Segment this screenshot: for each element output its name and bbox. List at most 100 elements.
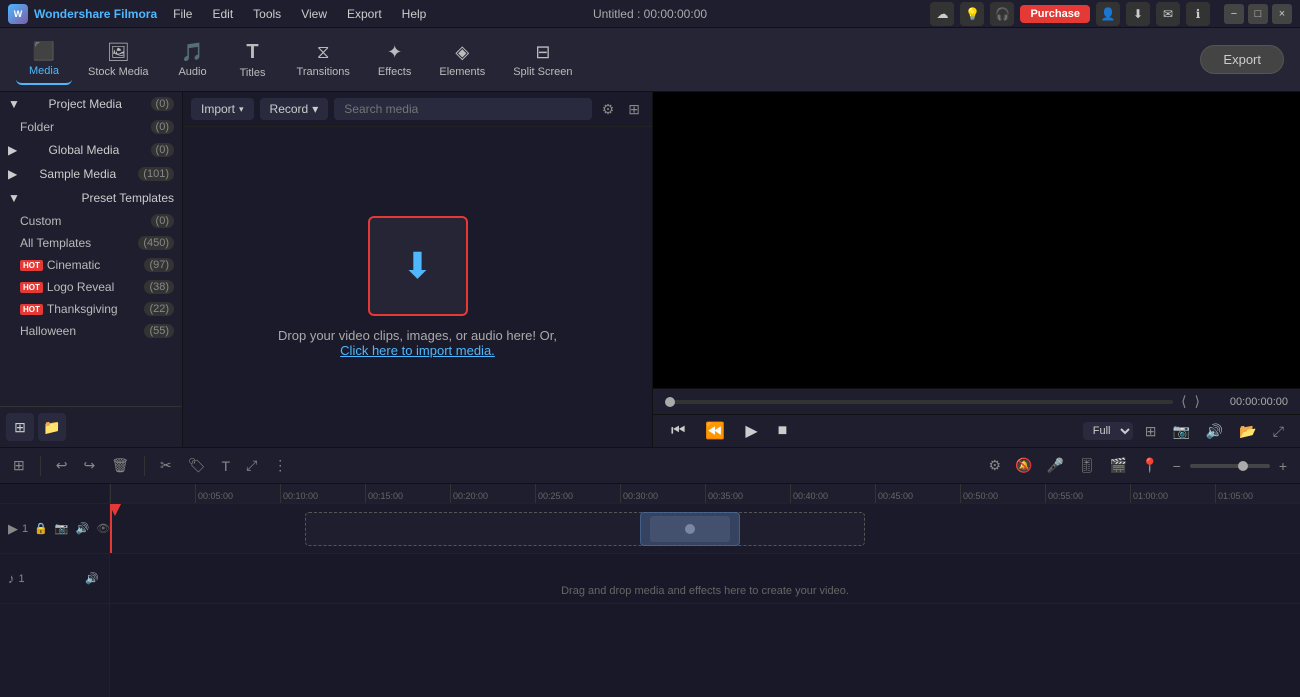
- halloween-item[interactable]: Halloween (55): [0, 320, 182, 342]
- zoom-handle[interactable]: [1238, 461, 1248, 471]
- sample-media-header[interactable]: ▶ Sample Media (101): [0, 162, 182, 186]
- user-btn[interactable]: 👤: [1096, 2, 1120, 26]
- import-link[interactable]: Click here to import media.: [340, 343, 495, 358]
- ruler-label-spacer: [0, 484, 109, 504]
- separator-1: [40, 456, 41, 476]
- expand-btn[interactable]: ⤢: [1269, 421, 1288, 442]
- search-input[interactable]: [334, 98, 591, 120]
- timeline-tracks: 00:05:00 00:10:00 00:15:00 00:20:00 00:2…: [110, 484, 1300, 697]
- all-templates-item[interactable]: All Templates (450): [0, 232, 182, 254]
- volume-btn[interactable]: 🔊: [1202, 421, 1227, 442]
- tool-split-screen[interactable]: ⊟ Split Screen: [501, 36, 584, 84]
- audio-volume-btn[interactable]: 🔊: [83, 571, 101, 586]
- new-folder-btn[interactable]: 📁: [38, 413, 66, 441]
- folder-open-btn[interactable]: 📂: [1235, 421, 1260, 442]
- redo-btn[interactable]: ↪: [78, 454, 100, 477]
- menu-help[interactable]: Help: [394, 5, 435, 23]
- menu-tools[interactable]: Tools: [245, 5, 289, 23]
- add-track-btn[interactable]: ⊞: [8, 454, 30, 477]
- download-btn[interactable]: ⬇: [1126, 2, 1150, 26]
- ripple-btn[interactable]: ⤢: [241, 454, 262, 477]
- magnet-btn[interactable]: ⋮: [268, 454, 292, 477]
- filter-button[interactable]: ⚙: [598, 99, 619, 120]
- folder-item[interactable]: Folder (0): [0, 116, 182, 138]
- zoom-out-btn[interactable]: −: [1168, 455, 1186, 477]
- halloween-count: (55): [144, 324, 174, 338]
- import-chevron-icon: ▾: [239, 104, 244, 115]
- import-button[interactable]: Import ▾: [191, 98, 254, 120]
- delete-btn[interactable]: 🗑: [106, 454, 134, 477]
- transitions-icon: ⧖: [317, 42, 330, 63]
- quality-select[interactable]: Full 1/2 1/4: [1083, 422, 1133, 440]
- maximize-button[interactable]: □: [1248, 4, 1268, 24]
- tool-effects[interactable]: ✦ Effects: [366, 36, 423, 84]
- mic-btn[interactable]: 🎤: [1042, 454, 1069, 477]
- close-button[interactable]: ×: [1272, 4, 1292, 24]
- zoom-slider[interactable]: [1190, 464, 1270, 468]
- menu-export[interactable]: Export: [339, 5, 390, 23]
- tool-audio-label: Audio: [178, 66, 206, 78]
- add-folder-btn[interactable]: ⊞: [6, 413, 34, 441]
- preview-area: ⟨ ⟩ 00:00:00:00 ⏮ ⏪ ▶ ■ Full 1/2 1/4 ⊞ 📷…: [653, 92, 1300, 447]
- record-button[interactable]: Record ▾: [260, 98, 329, 120]
- tool-transitions[interactable]: ⧖ Transitions: [285, 36, 362, 84]
- tool-media[interactable]: ⬛ Media: [16, 35, 72, 85]
- tool-audio[interactable]: 🎵 Audio: [165, 36, 221, 84]
- track-lock-btn[interactable]: 🔒: [32, 521, 50, 536]
- zoom-in-btn[interactable]: +: [1274, 455, 1292, 477]
- bracket-left-icon[interactable]: ⟨: [1181, 393, 1186, 410]
- undo-btn[interactable]: ↩: [51, 454, 73, 477]
- expand-arrow-sample: ▶: [8, 167, 17, 181]
- thanksgiving-item[interactable]: HOT Thanksgiving (22): [0, 298, 182, 320]
- preview-controls: ⟨ ⟩ 00:00:00:00: [653, 388, 1300, 414]
- cinematic-item[interactable]: HOT Cinematic (97): [0, 254, 182, 276]
- fit-frame-btn[interactable]: ⊞: [1141, 421, 1161, 442]
- bracket-right-icon[interactable]: ⟩: [1195, 393, 1200, 410]
- minimize-button[interactable]: −: [1224, 4, 1244, 24]
- audio-mix-btn[interactable]: 🎚: [1073, 454, 1101, 477]
- grid-view-button[interactable]: ⊞: [624, 99, 644, 120]
- purchase-button[interactable]: Purchase: [1020, 5, 1090, 23]
- dragged-clip[interactable]: [640, 512, 740, 546]
- preview-scrubber[interactable]: [665, 400, 1173, 404]
- export-button[interactable]: Export: [1200, 45, 1284, 74]
- logo-reveal-count: (38): [144, 280, 174, 294]
- tool-stock-media[interactable]: 🖼 Stock Media: [76, 36, 161, 84]
- text-btn[interactable]: T: [217, 455, 236, 477]
- step-back-button[interactable]: ⏪: [699, 419, 731, 443]
- global-media-header[interactable]: ▶ Global Media (0): [0, 138, 182, 162]
- menu-file[interactable]: File: [165, 5, 200, 23]
- scrubber-handle[interactable]: [665, 397, 675, 407]
- tool-titles-label: Titles: [240, 67, 266, 79]
- logo-reveal-item[interactable]: HOT Logo Reveal (38): [0, 276, 182, 298]
- media-icon: ⬛: [33, 41, 55, 62]
- play-button[interactable]: ▶: [739, 419, 763, 443]
- menu-view[interactable]: View: [293, 5, 335, 23]
- info-btn[interactable]: ℹ: [1186, 2, 1210, 26]
- tool-elements[interactable]: ◈ Elements: [427, 36, 497, 84]
- track-camera-btn[interactable]: 📷: [53, 521, 71, 536]
- mail-btn[interactable]: ✉: [1156, 2, 1180, 26]
- menu-edit[interactable]: Edit: [204, 5, 241, 23]
- preset-templates-header[interactable]: ▼ Preset Templates: [0, 186, 182, 210]
- motion-track-btn[interactable]: 📍: [1136, 454, 1163, 477]
- cloud-btn[interactable]: ☁: [930, 2, 954, 26]
- drag-drop-hint: Drag and drop media and effects here to …: [110, 585, 1300, 597]
- multicam-btn[interactable]: 🎬: [1105, 454, 1132, 477]
- tag-btn[interactable]: 🏷: [183, 454, 211, 477]
- cut-btn[interactable]: ✂: [155, 454, 177, 477]
- rewind-button[interactable]: ⏮: [665, 420, 691, 442]
- tool-titles[interactable]: T Titles: [225, 35, 281, 85]
- silence-btn[interactable]: 🔕: [1010, 454, 1037, 477]
- lightbulb-btn[interactable]: 💡: [960, 2, 984, 26]
- track-volume-btn[interactable]: 🔊: [74, 521, 92, 536]
- timeline-right-controls: ⚙ 🔕 🎤 🎚 🎬 📍 − +: [984, 454, 1292, 477]
- project-media-header[interactable]: ▼ Project Media (0): [0, 92, 182, 116]
- stop-button[interactable]: ■: [772, 420, 794, 442]
- render-btn[interactable]: ⚙: [984, 454, 1007, 477]
- video-track-controls: 🔒 📷 🔊 👁: [32, 521, 112, 536]
- screenshot-btn[interactable]: 📷: [1168, 421, 1193, 442]
- headset-btn[interactable]: 🎧: [990, 2, 1014, 26]
- logo-icon: W: [8, 4, 28, 24]
- custom-item[interactable]: Custom (0): [0, 210, 182, 232]
